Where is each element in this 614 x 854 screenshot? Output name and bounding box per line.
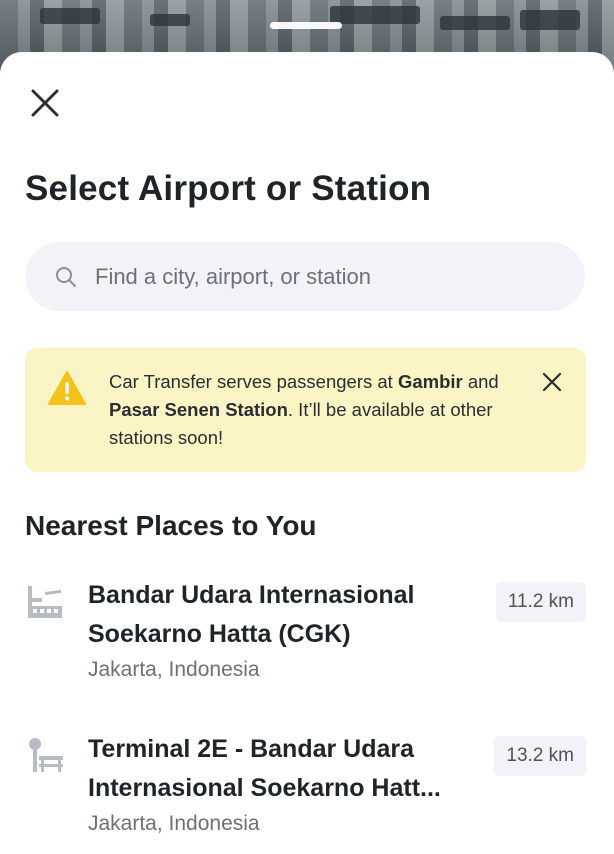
close-button[interactable] <box>26 84 64 122</box>
close-icon <box>542 372 562 392</box>
sheet-grab-handle[interactable] <box>270 22 342 29</box>
search-icon <box>55 266 77 288</box>
distance-badge: 11.2 km <box>495 582 586 622</box>
place-name: Terminal 2E - Bandar Udara Internasional… <box>88 735 441 802</box>
warning-icon <box>47 370 87 411</box>
search-input[interactable] <box>93 262 557 291</box>
search-bar[interactable] <box>25 242 585 311</box>
info-banner-text: Car Transfer serves passengers at Gambir… <box>109 371 499 448</box>
place-name: Bandar Udara Internasional Soekarno Hatt… <box>88 581 415 648</box>
place-location: Jakarta, Indonesia <box>88 658 260 681</box>
nearest-places-heading: Nearest Places to You <box>25 510 317 541</box>
terminal-icon <box>25 736 65 776</box>
airport-icon <box>25 582 65 622</box>
close-icon <box>31 89 59 117</box>
distance-badge: 13.2 km <box>494 736 586 776</box>
info-banner: Car Transfer serves passengers at Gambir… <box>25 348 586 472</box>
place-item-terminal-2e[interactable]: Terminal 2E - Bandar Udara Internasional… <box>0 735 614 846</box>
place-location: Jakarta, Indonesia <box>88 812 260 835</box>
bottom-sheet: Select Airport or Station Car Transfer s… <box>0 52 614 854</box>
place-item-cgk[interactable]: Bandar Udara Internasional Soekarno Hatt… <box>0 581 614 692</box>
dismiss-banner-button[interactable] <box>540 370 564 394</box>
page-title: Select Airport or Station <box>25 169 432 208</box>
